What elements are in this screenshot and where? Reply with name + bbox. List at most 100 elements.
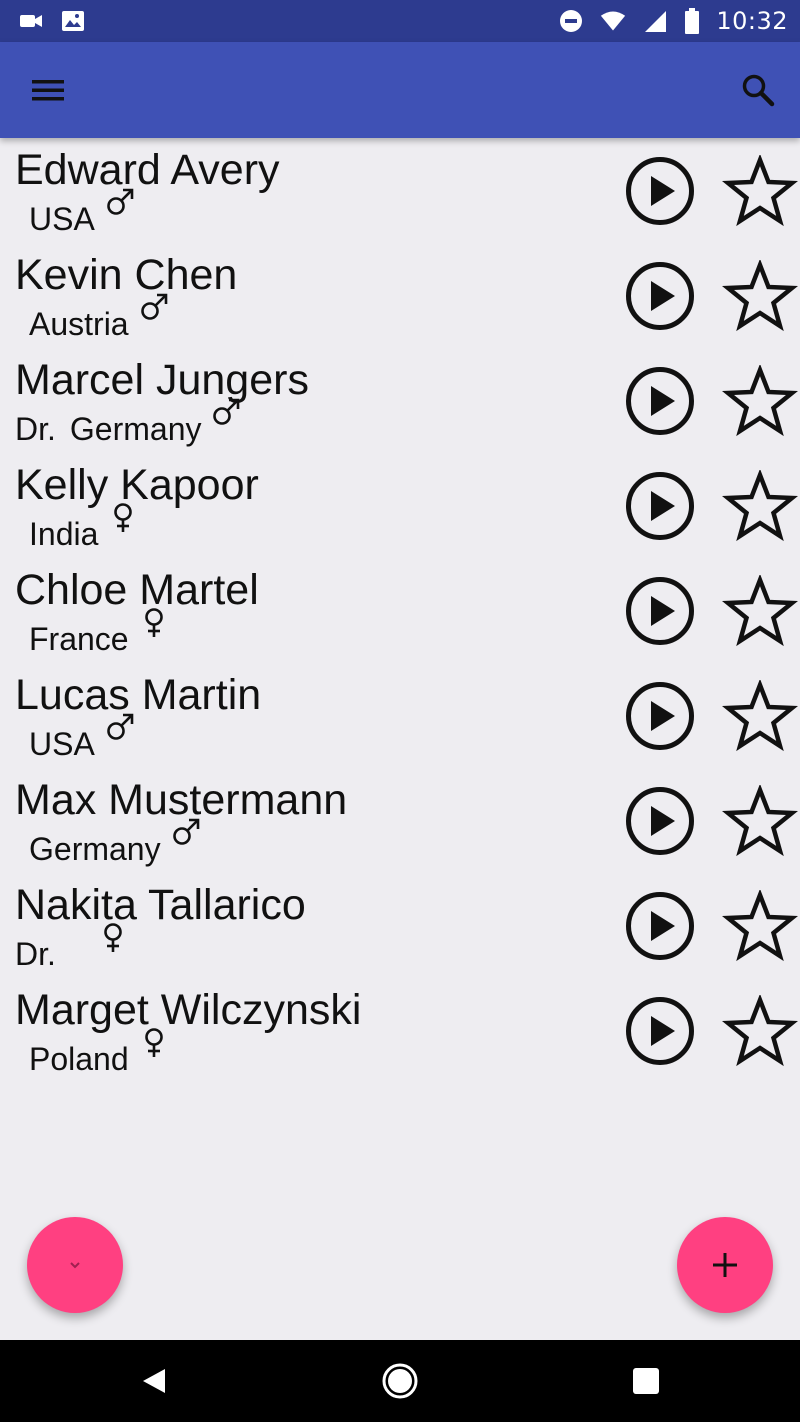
play-circle-icon — [624, 787, 696, 861]
favorite-button[interactable] — [721, 258, 799, 332]
list-item[interactable]: Kelly Kapoor India — [0, 453, 800, 558]
contact-details: Dr. Germany — [15, 398, 241, 448]
list-item[interactable]: Marcel Jungers Dr. Germany — [0, 348, 800, 453]
back-button[interactable] — [134, 1361, 174, 1401]
play-circle-icon — [624, 892, 696, 966]
contact-country: Poland — [29, 1041, 129, 1077]
male-icon — [211, 396, 241, 428]
contact-name: Kevin Chen — [15, 251, 238, 299]
favorite-button[interactable] — [721, 468, 799, 542]
list-item[interactable]: Max Mustermann Germany — [0, 768, 800, 873]
recents-icon — [633, 1368, 659, 1394]
favorite-button[interactable] — [721, 678, 799, 752]
contact-name: Edward Avery — [15, 146, 280, 194]
contact-name: Chloe Martel — [15, 566, 259, 614]
contact-name: Nakita Tallarico — [15, 881, 306, 929]
list-item[interactable]: Kevin Chen Austria — [0, 243, 800, 348]
home-button[interactable] — [380, 1361, 420, 1401]
female-icon — [98, 921, 128, 953]
play-button[interactable] — [624, 995, 696, 1067]
play-circle-icon — [624, 262, 696, 336]
status-bar: 10:32 — [0, 0, 800, 42]
play-button[interactable] — [624, 890, 696, 962]
contact-details: India — [15, 503, 138, 553]
play-button[interactable] — [624, 785, 696, 857]
contact-details: USA — [15, 188, 135, 238]
search-icon — [742, 74, 775, 107]
contact-country: Germany — [29, 831, 161, 867]
contact-name: Lucas Martin — [15, 671, 262, 719]
contact-details: Germany — [15, 818, 201, 868]
battery-icon — [684, 8, 700, 34]
contact-country: France — [29, 621, 129, 657]
play-button[interactable] — [624, 470, 696, 542]
female-icon — [139, 1026, 169, 1058]
play-circle-icon — [624, 682, 696, 756]
status-bar-left — [18, 8, 86, 34]
play-circle-icon — [624, 997, 696, 1071]
play-circle-icon — [624, 472, 696, 546]
contact-details: Dr. — [15, 923, 128, 973]
list-item[interactable]: Nakita Tallarico Dr. — [0, 873, 800, 978]
contact-title: Dr. — [15, 411, 56, 447]
chevron-down-icon — [70, 1262, 80, 1269]
home-icon — [382, 1363, 418, 1399]
app-bar — [0, 42, 800, 138]
plus-icon — [713, 1253, 737, 1277]
menu-button[interactable] — [24, 66, 72, 114]
contact-country: USA — [29, 726, 95, 762]
star-outline-icon — [721, 468, 799, 546]
contact-country: India — [29, 516, 99, 552]
play-circle-icon — [624, 577, 696, 651]
navigation-bar — [0, 1340, 800, 1422]
star-outline-icon — [721, 153, 799, 231]
contact-details: France — [15, 608, 169, 658]
play-button[interactable] — [624, 680, 696, 752]
contact-country: Germany — [69, 411, 202, 447]
star-outline-icon — [721, 258, 799, 336]
contact-name: Marget Wilczynski — [15, 986, 362, 1034]
star-outline-icon — [721, 573, 799, 651]
collapse-fab[interactable] — [27, 1217, 123, 1313]
play-button[interactable] — [624, 575, 696, 647]
list-item[interactable]: Chloe Martel France — [0, 558, 800, 663]
favorite-button[interactable] — [721, 783, 799, 857]
search-button[interactable] — [734, 66, 782, 114]
favorite-button[interactable] — [721, 153, 799, 227]
male-icon — [105, 186, 135, 218]
star-outline-icon — [721, 678, 799, 756]
favorite-button[interactable] — [721, 888, 799, 962]
do-not-disturb-icon — [558, 8, 584, 34]
menu-icon — [32, 80, 64, 101]
list-item[interactable]: Marget Wilczynski Poland — [0, 978, 800, 1083]
contact-details: Austria — [15, 293, 169, 343]
status-time: 10:32 — [716, 7, 788, 35]
star-outline-icon — [721, 783, 799, 861]
male-icon — [171, 816, 201, 848]
play-button[interactable] — [624, 365, 696, 437]
recents-button[interactable] — [626, 1361, 666, 1401]
star-outline-icon — [721, 363, 799, 441]
list-item[interactable]: Edward Avery USA — [0, 138, 800, 243]
star-outline-icon — [721, 888, 799, 966]
favorite-button[interactable] — [721, 993, 799, 1067]
signal-icon — [642, 8, 668, 34]
play-circle-icon — [624, 367, 696, 441]
video-camera-icon — [18, 8, 44, 34]
play-button[interactable] — [624, 155, 696, 227]
back-icon — [143, 1369, 165, 1393]
status-bar-right: 10:32 — [558, 7, 788, 35]
contact-list: Edward Avery USA Kevin Chen Austria Marcel J… — [0, 138, 800, 1083]
image-icon — [60, 8, 86, 34]
female-icon — [139, 606, 169, 638]
contact-name: Marcel Jungers — [15, 356, 309, 404]
male-icon — [105, 711, 135, 743]
favorite-button[interactable] — [721, 363, 799, 437]
play-button[interactable] — [624, 260, 696, 332]
list-item[interactable]: Lucas Martin USA — [0, 663, 800, 768]
add-contact-fab[interactable] — [677, 1217, 773, 1313]
contact-details: USA — [15, 713, 135, 763]
favorite-button[interactable] — [721, 573, 799, 647]
play-circle-icon — [624, 157, 696, 231]
contact-country: USA — [29, 201, 95, 237]
